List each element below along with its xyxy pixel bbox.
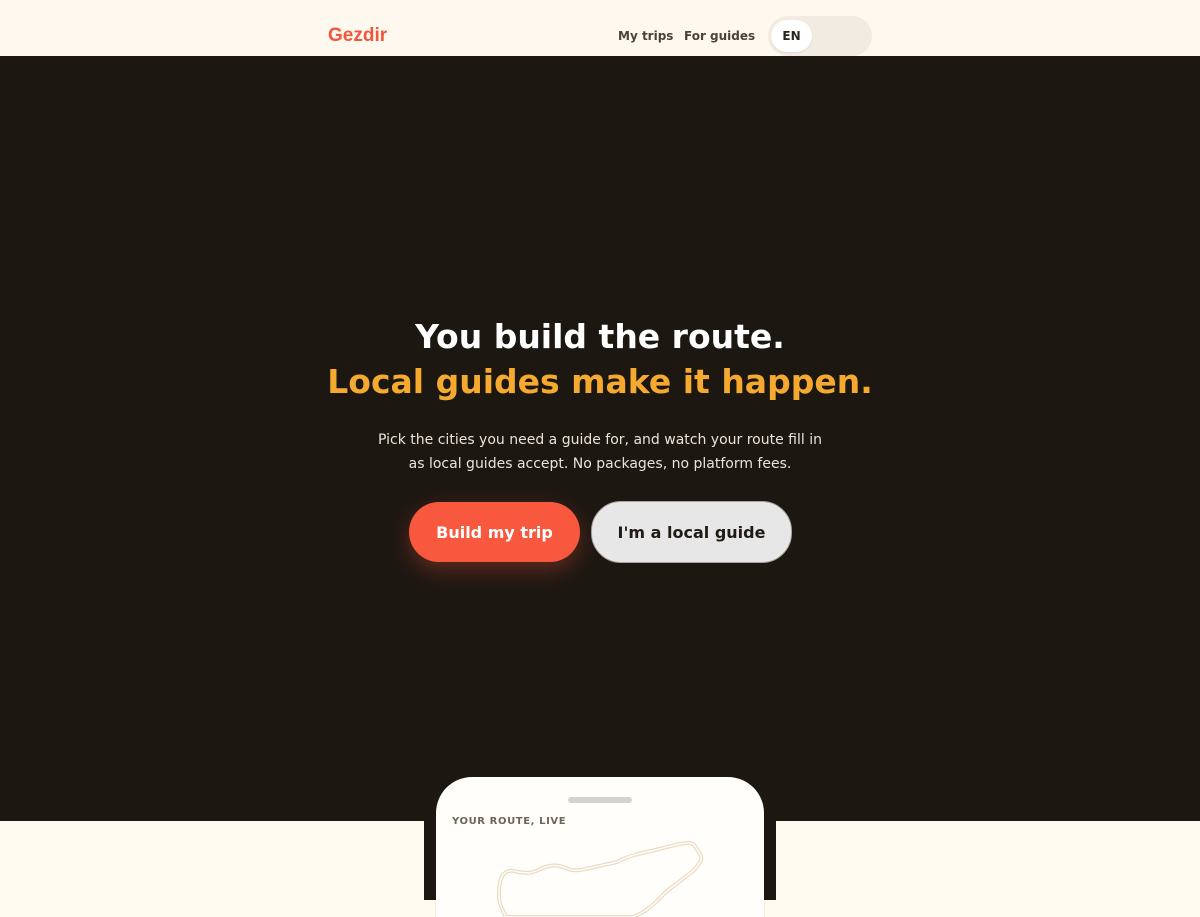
nav-link-my-trips[interactable]: My trips (618, 27, 673, 45)
route-preview-phone: YOUR ROUTE, LIVE (436, 777, 764, 917)
phone-speaker-bar (568, 797, 632, 803)
headline-line-primary: You build the route. (415, 317, 785, 356)
hero-description: Pick the cities you need a guide for, an… (378, 432, 822, 472)
brand-logo[interactable]: Gezdir (328, 24, 387, 48)
headline-line-accent: Local guides make it happen. (327, 362, 873, 401)
build-trip-button[interactable]: Build my trip (409, 502, 580, 562)
local-guide-button[interactable]: I'm a local guide (591, 501, 792, 563)
route-preview-label: YOUR ROUTE, LIVE (452, 816, 567, 827)
hero-section: You build the route. Local guides make i… (0, 56, 1200, 821)
hero-headline: You build the route. Local guides make i… (0, 314, 1200, 404)
language-selected-pill[interactable]: EN (771, 20, 812, 52)
turkey-map-icon (497, 841, 704, 917)
top-navigation: Gezdir My trips For guides EN (0, 0, 1200, 56)
nav-link-for-guides[interactable]: For guides (684, 27, 755, 45)
language-toggle[interactable]: EN (768, 16, 872, 56)
